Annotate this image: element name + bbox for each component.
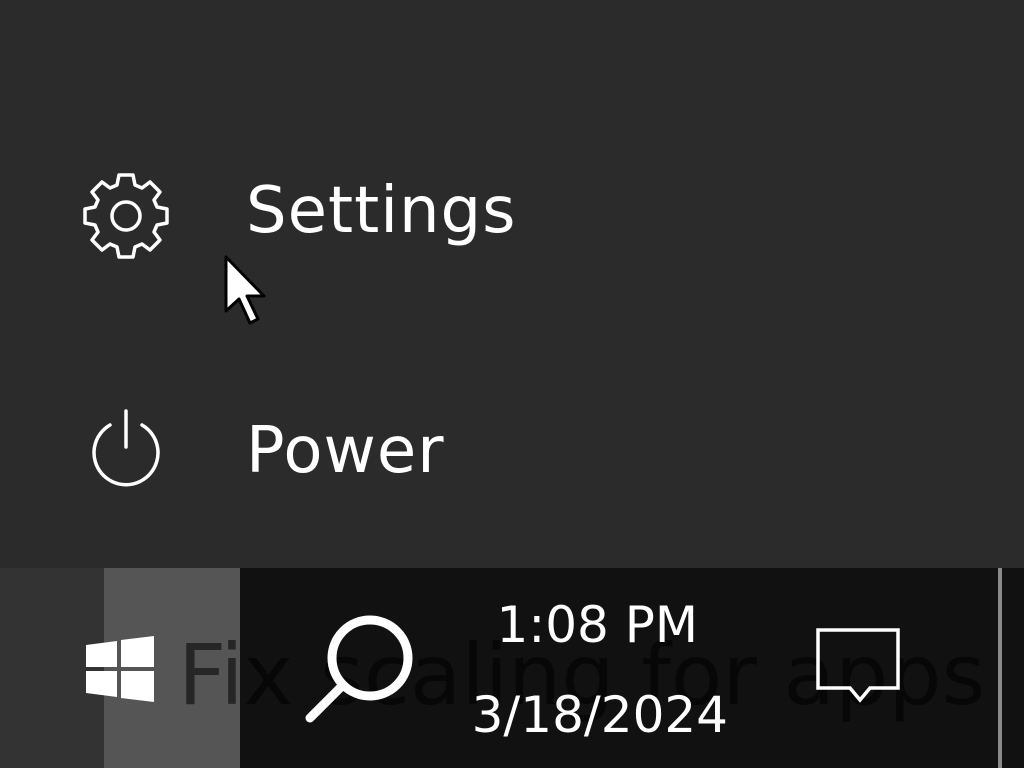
start-menu-item-settings[interactable]: Settings [0,160,1024,270]
search-icon[interactable] [300,610,420,726]
power-label: Power [246,414,445,488]
clock-time: 1:08 PM [496,596,698,654]
taskbar-clock[interactable]: 1:08 PM 3/18/2024 [466,592,736,752]
mouse-pointer-icon [224,255,266,325]
clock-date: 3/18/2024 [471,686,728,744]
start-menu: Settings Power [0,0,1024,568]
start-menu-item-power[interactable]: Power [0,398,1024,508]
gear-icon [83,173,169,259]
show-desktop-divider[interactable] [998,568,1002,768]
windows-logo-icon[interactable] [86,636,154,702]
power-icon [92,409,160,487]
taskbar: Fix scaling for apps 1:08 PM 3/18/2024 [0,568,1024,768]
action-center-icon[interactable] [814,626,906,706]
desktop-screen: Settings Power Fix scaling for apps 1:08… [0,0,1024,768]
settings-label: Settings [246,174,517,248]
